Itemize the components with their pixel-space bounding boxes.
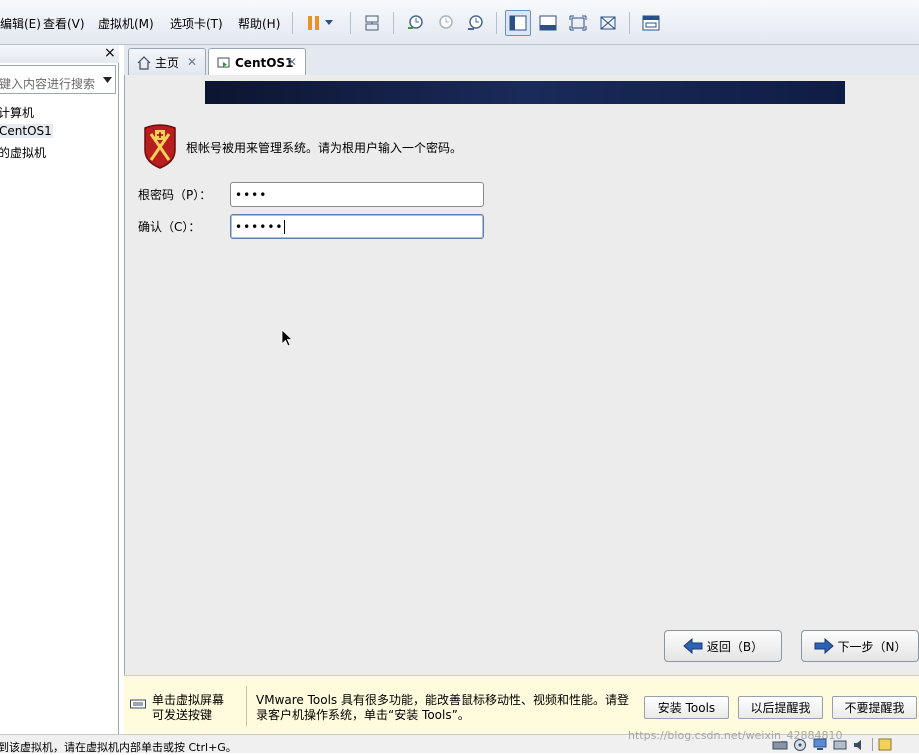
tab-centos1-label: CentOS1 — [235, 56, 294, 70]
library-search-input[interactable]: 键入内容进行搜索 — [0, 65, 116, 94]
back-button[interactable]: 返回（B） — [664, 630, 782, 662]
network-adapter-icon[interactable] — [812, 738, 828, 751]
menu-edit[interactable]: 编辑(E) — [0, 15, 41, 32]
power-dropdown-button[interactable] — [321, 10, 337, 36]
confirm-password-field[interactable]: •••••• — [230, 214, 484, 239]
vm-icon — [217, 57, 230, 68]
status-bar: 到该虚拟机，请在虚拟机内部单击或按 Ctrl+G。 https://blog.c… — [0, 729, 919, 754]
confirm-label: 确认（C）： — [138, 220, 201, 234]
mouse-pointer-icon — [281, 329, 294, 350]
toolbar-separator — [292, 12, 293, 34]
tree-item-shared-vms[interactable]: 的虚拟机 — [0, 144, 46, 161]
chevron-down-icon — [103, 77, 112, 83]
menu-vm[interactable]: 虚拟机(M) — [98, 15, 154, 32]
vmware-tools-notification: 单击虚拟屏幕 可发送按键 VMware Tools 具有很多功能，能改善鼠标移动… — [124, 675, 919, 734]
tab-centos1[interactable]: CentOS1 ✕ — [208, 48, 306, 77]
installer-message: 根帐号被用来管理系统。请为根用户输入一个密码。 — [186, 141, 463, 155]
close-icon[interactable]: ✕ — [287, 55, 297, 69]
hard-disk-icon[interactable] — [772, 738, 788, 751]
window-view-button[interactable] — [638, 10, 664, 36]
next-button[interactable]: 下一步（N） — [801, 630, 919, 662]
text-cursor — [284, 220, 286, 234]
tab-home-label: 主页 — [155, 56, 180, 70]
menu-tabs[interactable]: 选项卡(T) — [170, 15, 223, 32]
home-icon — [137, 55, 151, 70]
device-icons — [772, 738, 893, 751]
pause-icon — [308, 16, 319, 30]
library-panel: × 键入内容进行搜索 计算机 CentOS1 的虚拟机 — [0, 45, 119, 734]
revert-snapshot-button[interactable] — [432, 10, 458, 36]
tree-item-computer[interactable]: 计算机 — [0, 104, 34, 121]
arrow-left-icon — [683, 638, 703, 654]
close-icon[interactable]: ✕ — [187, 55, 197, 69]
snapshot-manager-button[interactable] — [462, 10, 488, 36]
next-button-label: 下一步（N） — [837, 639, 907, 654]
snapshot-clock-icon — [408, 15, 423, 29]
console-view-button[interactable] — [535, 10, 561, 36]
revert-snapshot-icon — [439, 15, 453, 29]
fullscreen-button[interactable] — [565, 10, 591, 36]
root-shield-icon — [141, 124, 179, 173]
tree-item-centos1[interactable]: CentOS1 — [0, 124, 53, 138]
installer-banner — [205, 81, 845, 104]
dont-remind-button[interactable]: 不要提醒我 — [832, 696, 917, 719]
show-library-button[interactable] — [505, 10, 531, 36]
message-log-icon[interactable] — [877, 738, 893, 751]
menubar: 编辑(E) 查看(V) 虚拟机(M) 选项卡(T) 帮助(H) — [0, 0, 919, 45]
keyboard-send-icon — [365, 15, 379, 31]
fullscreen-icon — [569, 15, 587, 31]
root-password-field[interactable]: •••• — [230, 182, 484, 207]
library-close-button[interactable]: × — [104, 45, 116, 61]
keyboard-icon — [130, 698, 146, 713]
menu-view[interactable]: 查看(V) — [43, 15, 85, 32]
arrow-right-icon — [814, 638, 834, 654]
install-tools-button[interactable]: 安装 Tools — [644, 696, 729, 719]
cd-rom-icon[interactable] — [792, 738, 808, 751]
back-button-label: 返回（B） — [706, 639, 764, 654]
root-password-label: 根密码（P）： — [138, 188, 212, 202]
send-ctrl-alt-del-button[interactable] — [359, 10, 385, 36]
confirm-password-value: •••••• — [235, 220, 284, 234]
window-view-icon — [642, 15, 660, 31]
library-header: × — [0, 45, 119, 63]
snapshot-button[interactable] — [402, 10, 428, 36]
library-view-icon — [509, 15, 527, 31]
menu-help[interactable]: 帮助(H) — [238, 15, 280, 32]
remind-later-button[interactable]: 以后提醒我 — [738, 696, 823, 719]
unity-button[interactable] — [595, 10, 621, 36]
sound-icon[interactable] — [852, 738, 868, 751]
console-view-icon — [539, 15, 557, 31]
search-placeholder: 键入内容进行搜索 — [0, 77, 96, 91]
chevron-down-icon — [325, 20, 333, 25]
tab-home[interactable]: 主页 ✕ — [128, 48, 206, 76]
tab-bar: 主页 ✕ CentOS1 ✕ — [124, 45, 919, 77]
tools-message: VMware Tools 具有很多功能，能改善鼠标移动性、视频和性能。请登 录客… — [256, 693, 629, 722]
unity-icon — [600, 16, 616, 30]
click-hint: 单击虚拟屏幕 可发送按键 — [152, 693, 225, 722]
vm-console[interactable]: 根帐号被用来管理系统。请为根用户输入一个密码。 根密码（P）： •••• 确认（… — [124, 75, 919, 675]
usb-icon[interactable] — [832, 738, 848, 751]
snapshot-manager-icon — [468, 15, 483, 30]
